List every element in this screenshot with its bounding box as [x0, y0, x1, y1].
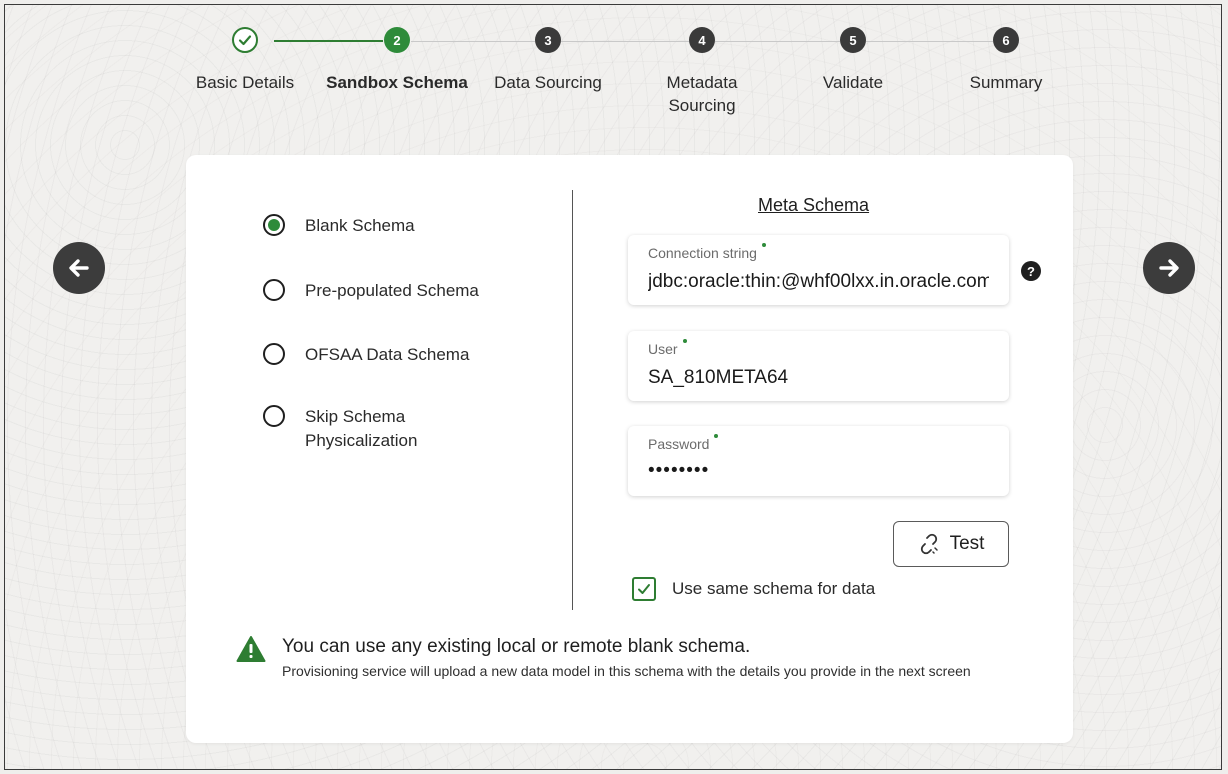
step-connector: [411, 41, 535, 42]
arrow-right-icon: [1159, 259, 1179, 277]
test-button-label: Test: [949, 533, 985, 554]
radio-pre-populated-schema[interactable]: Pre-populated Schema: [263, 279, 505, 303]
connection-string-value[interactable]: jdbc:oracle:thin:@whf00lxx.in.oracle.com: [648, 271, 989, 293]
warning-triangle-icon: [236, 636, 266, 662]
step-2-indicator[interactable]: 2: [384, 27, 410, 53]
radio-unchecked-icon[interactable]: [263, 279, 285, 301]
step-label-metadata-sourcing[interactable]: Metadata Sourcing: [652, 71, 752, 117]
step-4-indicator[interactable]: 4: [689, 27, 715, 53]
radio-label: Skip Schema Physicalization: [305, 407, 418, 450]
user-value[interactable]: SA_810META64: [648, 367, 989, 389]
radio-label: Pre-populated Schema: [305, 281, 479, 300]
step-connector: [866, 41, 993, 42]
user-label: User: [648, 341, 678, 357]
arrow-left-icon: [69, 259, 89, 277]
user-field[interactable]: User SA_810META64: [628, 331, 1009, 401]
next-arrow-button[interactable]: [1143, 242, 1195, 294]
info-title: You can use any existing local or remote…: [282, 636, 751, 657]
radio-blank-schema[interactable]: Blank Schema: [263, 214, 505, 238]
radio-label: OFSAA Data Schema: [305, 345, 470, 364]
back-arrow-button[interactable]: [53, 242, 105, 294]
step-label-validate[interactable]: Validate: [778, 71, 928, 94]
radio-checked-icon[interactable]: [263, 214, 285, 236]
connection-string-field[interactable]: Connection string jdbc:oracle:thin:@whf0…: [628, 235, 1009, 305]
step-connector: [715, 41, 840, 42]
link-icon: [920, 533, 938, 555]
checkbox-checked-icon[interactable]: [632, 577, 656, 601]
radio-unchecked-icon[interactable]: [263, 405, 285, 427]
radio-ofsaa-data-schema[interactable]: OFSAA Data Schema: [263, 343, 505, 367]
required-indicator: [761, 243, 766, 247]
info-subtitle: Provisioning service will upload a new d…: [282, 663, 971, 679]
step-label-basic-details[interactable]: Basic Details: [170, 71, 320, 94]
same-schema-label: Use same schema for data: [672, 579, 876, 598]
step-connector: [274, 40, 383, 42]
step-label-data-sourcing[interactable]: Data Sourcing: [473, 71, 623, 94]
required-indicator: [682, 339, 687, 343]
password-value[interactable]: ••••••••: [648, 460, 989, 482]
step-label-sandbox-schema[interactable]: Sandbox Schema: [322, 71, 472, 94]
radio-unchecked-icon[interactable]: [263, 343, 285, 365]
required-indicator: [714, 434, 719, 438]
password-label: Password: [648, 436, 710, 452]
step-connector: [561, 41, 689, 42]
radio-label: Blank Schema: [305, 216, 415, 235]
help-icon[interactable]: ?: [1021, 261, 1041, 281]
radio-skip-schema-physicalization[interactable]: Skip Schema Physicalization: [263, 405, 455, 453]
password-field[interactable]: Password ••••••••: [628, 426, 1009, 496]
wizard-frame: 2 3 4 5 6 Basic Details Sandbox Schema D…: [4, 4, 1222, 770]
connection-string-label: Connection string: [648, 245, 757, 261]
step-5-indicator[interactable]: 5: [840, 27, 866, 53]
schema-card: Blank Schema Pre-populated Schema OFSAA …: [186, 155, 1073, 743]
meta-schema-title: Meta Schema: [758, 195, 870, 215]
same-schema-checkbox-row[interactable]: Use same schema for data: [632, 577, 875, 601]
info-message: You can use any existing local or remote…: [236, 635, 1002, 682]
step-3-indicator[interactable]: 3: [535, 27, 561, 53]
test-connection-button[interactable]: Test: [893, 521, 1009, 567]
vertical-divider: [572, 190, 573, 610]
step-1-check-icon[interactable]: [232, 27, 258, 53]
step-label-summary[interactable]: Summary: [931, 71, 1081, 94]
step-6-indicator[interactable]: 6: [993, 27, 1019, 53]
